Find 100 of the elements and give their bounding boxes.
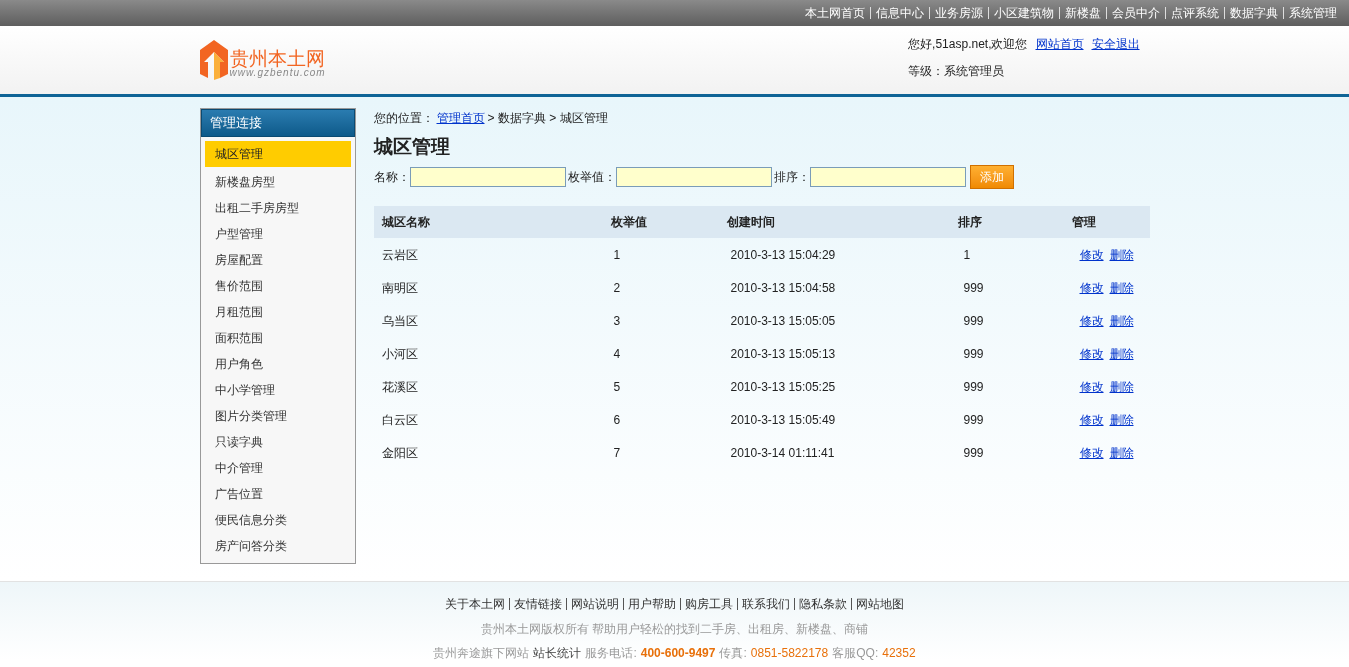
table-cell-text: 2010-3-13 15:04:29 bbox=[730, 246, 837, 264]
field-label: 名称： bbox=[373, 169, 410, 186]
table-cell-text: 小河区 bbox=[381, 345, 419, 363]
table-cell-text: 3 bbox=[613, 312, 622, 330]
footer-link[interactable]: 友情链接 bbox=[514, 595, 562, 613]
footer-link[interactable]: 用户帮助 bbox=[628, 595, 676, 613]
sidebar-item[interactable]: 户型管理 bbox=[204, 221, 351, 247]
table-cell-text: 2010-3-13 15:05:13 bbox=[730, 345, 837, 363]
contact-text: 客服QQ: bbox=[832, 645, 879, 660]
contact-text: 服务电话: bbox=[585, 645, 637, 660]
table-cell-text: 999 bbox=[963, 279, 985, 297]
top-menu-link[interactable]: 数据字典 bbox=[1230, 4, 1278, 22]
table-cell-text: 花溪区 bbox=[381, 378, 419, 396]
row-action-link[interactable]: 删除 bbox=[1109, 311, 1134, 330]
table-cell-text: 999 bbox=[963, 378, 985, 396]
row-action-link[interactable]: 修改 bbox=[1079, 278, 1104, 297]
top-menu-link[interactable]: 信息中心 bbox=[876, 4, 924, 22]
table-cell-text: 云岩区 bbox=[381, 246, 419, 264]
copyright-text: 贵州本土网版权所有 帮助用户轻松的找到二手房、出租房、新楼盘、商铺 bbox=[480, 621, 869, 636]
column-header: 排序 bbox=[957, 214, 983, 231]
table-cell-text: 2010-3-14 01:11:41 bbox=[730, 444, 836, 462]
sidebar-item[interactable]: 出租二手房房型 bbox=[204, 195, 351, 221]
contact-text: 站长统计 bbox=[533, 645, 582, 660]
table-cell-text: 南明区 bbox=[381, 279, 419, 297]
footer-link[interactable]: 隐私条款 bbox=[799, 595, 847, 613]
table-cell-text: 白云区 bbox=[381, 411, 419, 429]
text-field[interactable] bbox=[615, 167, 772, 187]
footer-link[interactable]: 网站地图 bbox=[856, 595, 904, 613]
field-label: 排序： bbox=[773, 169, 810, 186]
logo-url: www.gzbentu.com bbox=[229, 68, 326, 78]
table-cell-text: 5 bbox=[613, 378, 622, 396]
table-cell-text: 999 bbox=[963, 444, 985, 462]
page-title: 城区管理 bbox=[373, 135, 451, 159]
row-action-link[interactable]: 删除 bbox=[1109, 245, 1134, 264]
sidebar-item[interactable]: 房屋配置 bbox=[204, 247, 351, 273]
sidebar-item[interactable]: 用户角色 bbox=[204, 351, 351, 377]
footer-link[interactable]: 关于本土网 bbox=[445, 595, 505, 613]
table-cell-text: 7 bbox=[613, 444, 622, 462]
table-cell-text: 1 bbox=[963, 246, 972, 264]
sidebar-item[interactable]: 面积范围 bbox=[204, 325, 351, 351]
sidebar-item[interactable]: 广告位置 bbox=[204, 481, 351, 507]
top-menu-link[interactable]: 点评系统 bbox=[1171, 4, 1219, 22]
sidebar-item[interactable]: 售价范围 bbox=[204, 273, 351, 299]
top-menu-link[interactable]: 系统管理 bbox=[1289, 4, 1337, 22]
breadcrumb-label: 您的位置： bbox=[373, 110, 434, 127]
row-action-link[interactable]: 删除 bbox=[1109, 377, 1134, 396]
table-cell-text: 2010-3-13 15:05:25 bbox=[730, 378, 837, 396]
sidebar-item[interactable]: 中介管理 bbox=[204, 455, 351, 481]
breadcrumb-link[interactable]: 管理首页 bbox=[436, 109, 485, 127]
greeting-text: 您好,51asp.net,欢迎您 bbox=[908, 36, 1028, 53]
text-field[interactable] bbox=[409, 167, 566, 187]
row-action-link[interactable]: 修改 bbox=[1079, 410, 1104, 429]
sidebar-item[interactable]: 图片分类管理 bbox=[204, 403, 351, 429]
sidebar-item[interactable]: 房产问答分类 bbox=[204, 533, 351, 559]
header-link[interactable]: 安全退出 bbox=[1091, 35, 1140, 53]
footer-link[interactable]: 联系我们 bbox=[742, 595, 790, 613]
row-action-link[interactable]: 修改 bbox=[1079, 311, 1104, 330]
table-cell-text: 999 bbox=[963, 411, 985, 429]
sidebar-item[interactable]: 只读字典 bbox=[204, 429, 351, 455]
contact-text: 0851-5822178 bbox=[750, 645, 829, 660]
row-action-link[interactable]: 删除 bbox=[1109, 344, 1134, 363]
row-action-link[interactable]: 修改 bbox=[1079, 344, 1104, 363]
row-action-link[interactable]: 删除 bbox=[1109, 278, 1134, 297]
column-header: 城区名称 bbox=[381, 214, 431, 231]
table-cell-text: 乌当区 bbox=[381, 312, 419, 330]
table-cell-text: 2010-3-13 15:05:49 bbox=[730, 411, 837, 429]
row-action-link[interactable]: 修改 bbox=[1079, 245, 1104, 264]
table-cell-text: 2010-3-13 15:04:58 bbox=[730, 279, 837, 297]
breadcrumb-path: > 数据字典 > 城区管理 bbox=[487, 110, 608, 127]
table-cell-text: 999 bbox=[963, 312, 985, 330]
top-menu-link[interactable]: 新楼盘 bbox=[1065, 4, 1101, 22]
field-label: 枚举值： bbox=[567, 169, 616, 186]
sidebar-item[interactable]: 中小学管理 bbox=[204, 377, 351, 403]
column-header: 枚举值 bbox=[611, 214, 649, 231]
sidebar-item[interactable]: 城区管理 bbox=[204, 141, 351, 167]
row-action-link[interactable]: 修改 bbox=[1079, 377, 1104, 396]
table-cell-text: 1 bbox=[613, 246, 622, 264]
top-menu-link[interactable]: 业务房源 bbox=[935, 4, 983, 22]
footer-link[interactable]: 网站说明 bbox=[571, 595, 619, 613]
table-cell-text: 999 bbox=[963, 345, 985, 363]
top-menu-link[interactable]: 会员中介 bbox=[1112, 4, 1160, 22]
sidebar-item[interactable]: 月租范围 bbox=[204, 299, 351, 325]
column-header: 创建时间 bbox=[726, 214, 776, 231]
sidebar-item[interactable]: 新楼盘房型 bbox=[204, 169, 351, 195]
text-field[interactable] bbox=[809, 167, 966, 187]
table-cell-text: 金阳区 bbox=[381, 444, 419, 462]
table-cell-text: 2 bbox=[613, 279, 622, 297]
sidebar-title: 管理连接 bbox=[200, 109, 355, 137]
column-header: 管理 bbox=[1072, 214, 1098, 231]
table-cell-text: 4 bbox=[613, 345, 622, 363]
row-action-link[interactable]: 修改 bbox=[1079, 443, 1104, 462]
contact-text: 42352 bbox=[882, 645, 916, 660]
row-action-link[interactable]: 删除 bbox=[1109, 410, 1134, 429]
footer-link[interactable]: 购房工具 bbox=[685, 595, 733, 613]
header-link[interactable]: 网站首页 bbox=[1035, 35, 1084, 53]
top-menu-link[interactable]: 本土网首页 bbox=[805, 4, 865, 22]
sidebar-item[interactable]: 便民信息分类 bbox=[204, 507, 351, 533]
table-cell-text: 6 bbox=[613, 411, 622, 429]
top-menu-link[interactable]: 小区建筑物 bbox=[994, 4, 1054, 22]
row-action-link[interactable]: 删除 bbox=[1109, 443, 1134, 462]
